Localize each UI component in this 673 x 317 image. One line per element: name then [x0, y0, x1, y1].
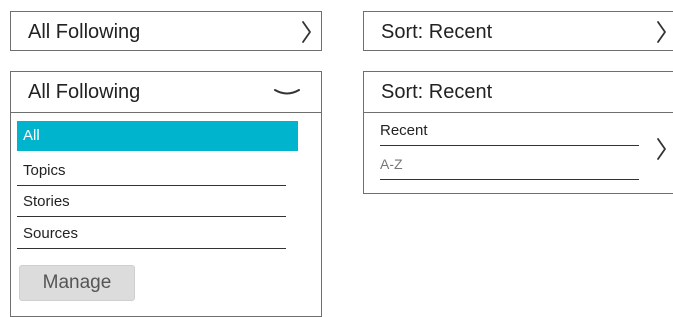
sort-filter-collapsed[interactable]: Sort: Recent: [363, 11, 673, 51]
filter-option-label: Stories: [23, 193, 70, 210]
manage-button[interactable]: Manage: [19, 265, 135, 301]
filter-option-all[interactable]: All: [17, 121, 298, 151]
following-filter-header[interactable]: All Following: [11, 12, 321, 52]
chevron-right-icon[interactable]: [656, 137, 668, 161]
sort-option-recent[interactable]: Recent: [380, 119, 639, 146]
filter-option-stories[interactable]: Stories: [17, 187, 286, 217]
filter-option-sources[interactable]: Sources: [17, 219, 286, 249]
filter-option-topics[interactable]: Topics: [17, 156, 286, 186]
following-filter-title: All Following: [28, 21, 141, 43]
following-filter-collapsed[interactable]: All Following: [10, 11, 322, 51]
sort-filter-expanded-header[interactable]: Sort: Recent: [364, 72, 673, 112]
sort-option-label: A-Z: [380, 156, 403, 172]
chevron-right-icon: [302, 21, 311, 43]
chevron-down-icon: [274, 89, 300, 95]
following-filter-expanded-header[interactable]: All Following: [11, 72, 321, 112]
sort-option-a-z[interactable]: A-Z: [380, 151, 639, 180]
chevron-right-icon: [657, 21, 666, 43]
header-divider: [11, 112, 321, 113]
sort-filter-expanded-title: Sort: Recent: [381, 81, 493, 103]
sort-filter-expanded: Sort: Recent Recent A-Z: [363, 71, 673, 194]
filter-option-label: Topics: [23, 162, 66, 179]
following-filter-expanded: All Following All Topics Stories Sources…: [10, 71, 322, 317]
filter-option-label: All: [23, 127, 40, 144]
sort-filter-header[interactable]: Sort: Recent: [364, 12, 673, 52]
sort-filter-title: Sort: Recent: [381, 21, 493, 43]
following-filter-expanded-title: All Following: [28, 81, 141, 103]
header-divider: [364, 112, 673, 113]
sort-option-label: Recent: [380, 122, 428, 139]
filter-option-label: Sources: [23, 225, 79, 242]
